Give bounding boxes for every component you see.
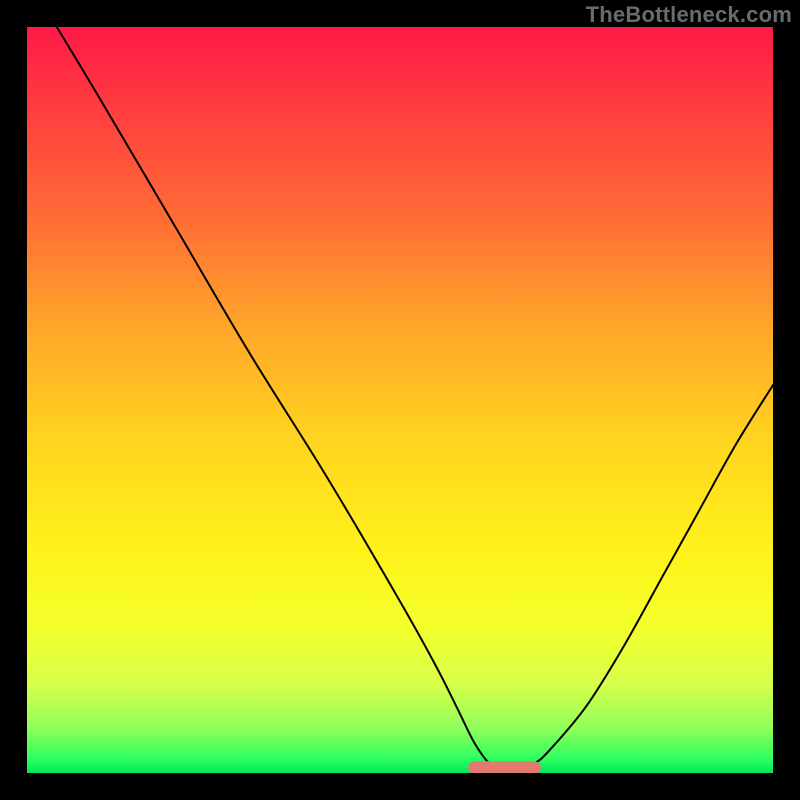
chart-svg — [27, 27, 773, 773]
bottleneck-curve-path — [57, 27, 773, 768]
chart-container: TheBottleneck.com — [0, 0, 800, 800]
watermark-text: TheBottleneck.com — [586, 2, 792, 28]
